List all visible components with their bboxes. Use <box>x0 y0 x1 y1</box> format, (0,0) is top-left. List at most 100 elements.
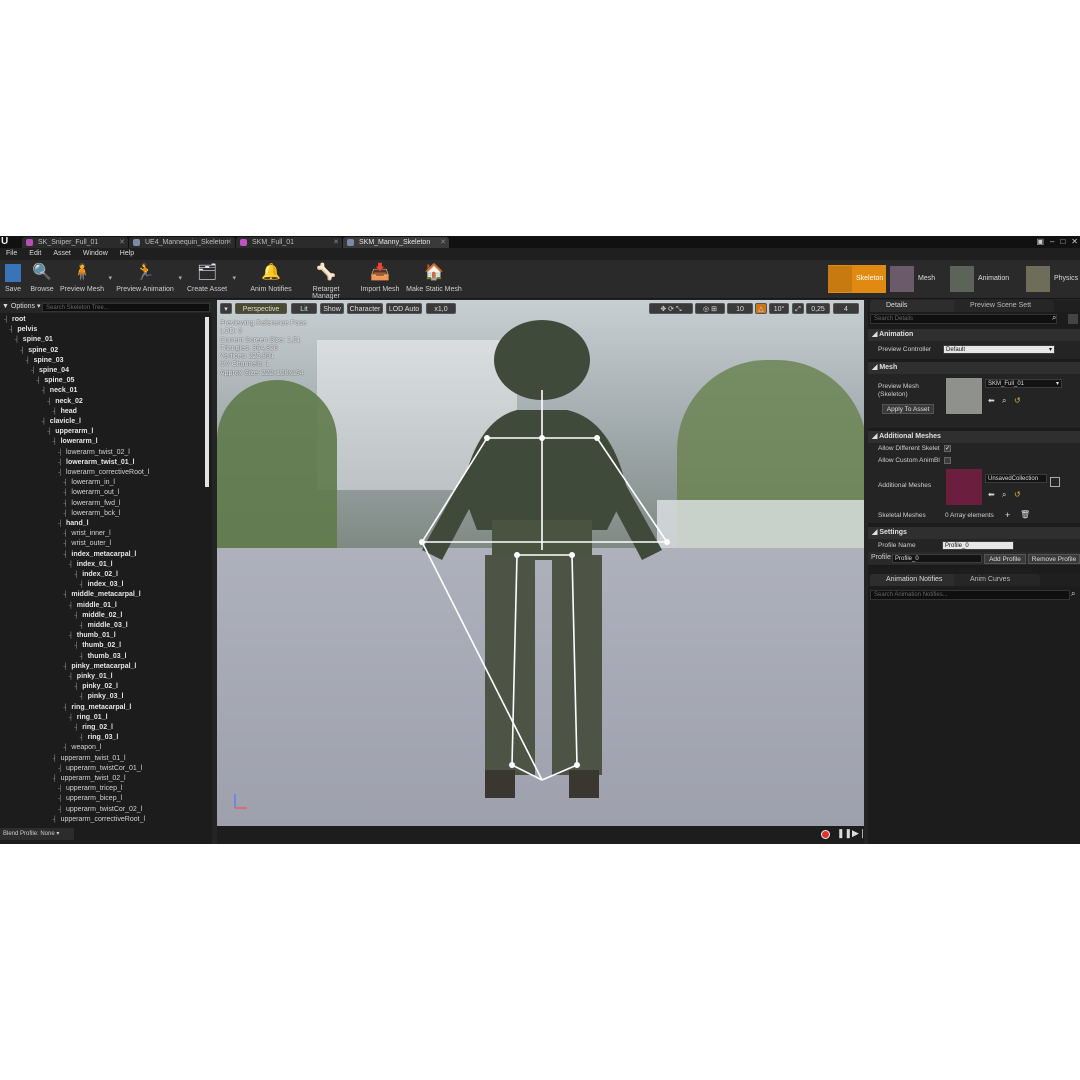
collection-thumbnail[interactable] <box>946 469 982 505</box>
viewport[interactable]: ▾ Perspective Lit Show Character LOD Aut… <box>217 300 864 826</box>
mode-skeleton[interactable]: Skeleton <box>828 265 886 293</box>
scale-snap-icon[interactable]: ⤢ <box>792 303 804 314</box>
add-profile-button[interactable]: Add Profile <box>984 554 1026 564</box>
browse-asset-icon[interactable]: ⌕ <box>1002 490 1006 500</box>
coordinate-space-button[interactable]: ◎ ⊞ <box>695 303 725 314</box>
bone-tree-item[interactable]: ┤ upperarm_tricep_l <box>58 784 122 794</box>
profile-name-input[interactable]: Profile_0 <box>942 541 1014 550</box>
make-static-mesh-button[interactable]: 🏠 Make Static Mesh <box>406 262 462 293</box>
asset-tab[interactable]: UE4_Mannequin_Skeleton ✕ <box>129 237 235 248</box>
create-asset-button[interactable]: 🗂 Create Asset ▾ <box>186 262 236 293</box>
apply-to-asset-button[interactable]: Apply To Asset <box>882 404 934 414</box>
bone-tree-item[interactable]: ┤ lowerarm_fwd_l <box>63 499 120 509</box>
bone-tree-item[interactable]: ┤ upperarm_twist_01_l <box>53 754 126 764</box>
reset-to-default-icon[interactable]: ↺ <box>1014 490 1021 499</box>
bone-tree-item[interactable]: ┤ index_03_l <box>80 580 124 590</box>
section-additional-meshes[interactable]: ◢ Additional Meshes <box>868 431 1080 443</box>
profile-dropdown[interactable]: Profile_0 <box>892 554 982 563</box>
bone-tree-item[interactable]: ┤ ring_01_l <box>69 713 108 723</box>
preview-mesh-thumbnail[interactable] <box>946 378 982 414</box>
character-button[interactable]: Character <box>347 303 383 314</box>
viewport-options-button[interactable]: ▾ <box>220 303 232 314</box>
chevron-down-icon[interactable]: ▾ <box>108 274 112 282</box>
rotation-snap-value[interactable]: 10° <box>769 303 789 314</box>
minimize-icon[interactable]: – <box>1050 236 1054 247</box>
bone-tree-item[interactable]: ┤ ring_03_l <box>80 733 119 743</box>
bone-tree-item[interactable]: ┤ lowerarm_out_l <box>63 488 119 498</box>
bone-tree-item[interactable]: ┤ spine_03 <box>26 356 64 366</box>
bone-tree-item[interactable]: ┤ upperarm_bicep_l <box>58 794 122 804</box>
playback-speed-button[interactable]: x1,0 <box>426 303 456 314</box>
grid-snap-button[interactable]: 10 <box>727 303 753 314</box>
bone-tree-item[interactable]: ┤ pinky_metacarpal_l <box>63 662 136 672</box>
bone-tree-item[interactable]: ┤ neck_02 <box>47 397 83 407</box>
bone-tree-item[interactable]: ┤ index_metacarpal_l <box>63 550 136 560</box>
save-button[interactable]: Save <box>2 262 24 293</box>
bone-tree-item[interactable]: ┤ index_02_l <box>74 570 118 580</box>
menu-item-edit[interactable]: Edit <box>23 248 47 260</box>
bone-tree-item[interactable]: ┤ pinky_02_l <box>74 682 118 692</box>
options-button[interactable]: ▼ Options ▾ <box>2 301 40 313</box>
tab-anim-curves[interactable]: Anim Curves <box>954 574 1040 586</box>
record-icon[interactable] <box>821 830 830 839</box>
bone-tree-item[interactable]: ┤ lowerarm_correctiveRoot_l <box>58 468 149 478</box>
browse-asset-icon[interactable]: ⌕ <box>1002 396 1006 406</box>
mode-mesh[interactable]: Mesh <box>890 265 946 293</box>
bone-tree-item[interactable]: ┤ upperarm_correctiveRoot_l <box>53 815 145 825</box>
scale-snap-value[interactable]: 0,25 <box>806 303 830 314</box>
browse-button[interactable]: 🔍 Browse <box>30 262 54 293</box>
bone-tree-item[interactable]: ┤ spine_04 <box>31 366 69 376</box>
anim-notifies-button[interactable]: 🔔 Anim Notifies <box>250 262 292 293</box>
bone-tree-item[interactable]: ┤ lowerarm_twist_02_l <box>58 448 130 458</box>
close-tab-icon[interactable]: ✕ <box>119 237 125 248</box>
bone-tree-item[interactable]: ┤ ring_metacarpal_l <box>63 703 131 713</box>
maximize-icon[interactable]: □ <box>1060 236 1065 247</box>
import-mesh-button[interactable]: 📥 Import Mesh <box>360 262 400 293</box>
lod-button[interactable]: LOD Auto <box>386 303 422 314</box>
notifies-search-input[interactable]: Search Animation Notifies... <box>870 590 1070 600</box>
bone-tree-item[interactable]: ┤ wrist_outer_l <box>63 539 111 549</box>
bone-tree-item[interactable]: ┤ upperarm_twistCor_01_l <box>58 764 142 774</box>
bone-tree-item[interactable]: ┤ pelvis <box>9 325 37 335</box>
close-tab-icon[interactable]: ✕ <box>440 237 446 248</box>
preview-animation-button[interactable]: 🏃 Preview Animation ▾ <box>116 262 182 293</box>
use-selected-arrow-icon[interactable]: ⬅ <box>988 490 995 499</box>
close-icon[interactable]: ✕ <box>1071 236 1078 247</box>
menu-item-help[interactable]: Help <box>114 248 140 260</box>
camera-speed-button[interactable]: 4 <box>833 303 859 314</box>
bone-tree-item[interactable]: ┤ middle_03_l <box>80 621 128 631</box>
bone-tree-item[interactable]: ┤ middle_01_l <box>69 601 117 611</box>
bone-tree-item[interactable]: ┤ weapon_l <box>63 743 101 753</box>
clear-elements-icon[interactable]: 🗑 <box>1020 510 1030 519</box>
bone-tree-item[interactable]: ┤ thumb_01_l <box>69 631 116 641</box>
mode-physics[interactable]: Physics <box>1026 265 1080 293</box>
section-mesh[interactable]: ◢ Mesh <box>868 362 1080 374</box>
bone-tree-item[interactable]: ┤ index_01_l <box>69 560 113 570</box>
menu-item-window[interactable]: Window <box>77 248 114 260</box>
blend-profile-dropdown[interactable]: Blend Profile: None ▾ <box>0 828 74 840</box>
bone-tree-item[interactable]: ┤ ring_02_l <box>74 723 113 733</box>
bone-tree-item[interactable]: ┤ pinky_03_l <box>80 692 124 702</box>
section-settings[interactable]: ◢ Settings <box>868 527 1080 539</box>
tab-animation-notifies[interactable]: Animation Notifies <box>870 574 966 586</box>
bone-tree-item[interactable]: ┤ lowerarm_in_l <box>63 478 115 488</box>
details-search-input[interactable]: Search Details <box>870 314 1057 324</box>
additional-meshes-dropdown[interactable]: UnsavedCollection <box>985 474 1047 483</box>
bone-tree-item[interactable]: ┤ upperarm_twistCor_02_l <box>58 805 142 815</box>
bone-tree-item[interactable]: ┤ neck_01 <box>42 386 78 396</box>
section-animation[interactable]: ◢ Animation <box>868 329 1080 341</box>
chevron-down-icon[interactable]: ▾ <box>232 274 236 282</box>
preview-mesh-dropdown[interactable]: SKM_Full_01 ▾ <box>985 379 1062 388</box>
mode-animation[interactable]: Animation <box>950 265 1024 293</box>
bone-tree-item[interactable]: ┤ thumb_03_l <box>80 652 127 662</box>
bone-tree-item[interactable]: ┤ middle_metacarpal_l <box>63 590 140 600</box>
bone-tree-item[interactable]: ┤ thumb_02_l <box>74 641 121 651</box>
tree-scrollbar[interactable] <box>205 317 209 487</box>
transform-tools-group[interactable]: ✥ ⟳ ⤡ <box>649 303 693 314</box>
bone-tree-item[interactable]: ┤ upperarm_twist_02_l <box>53 774 126 784</box>
close-tab-icon[interactable]: ✕ <box>226 237 232 248</box>
asset-tab[interactable]: SKM_Full_01 ✕ <box>236 237 342 248</box>
rotation-snap-icon[interactable]: △ <box>755 303 767 314</box>
reset-to-default-icon[interactable]: ↺ <box>1014 396 1021 405</box>
bone-tree-item[interactable]: ┤ spine_02 <box>20 346 58 356</box>
